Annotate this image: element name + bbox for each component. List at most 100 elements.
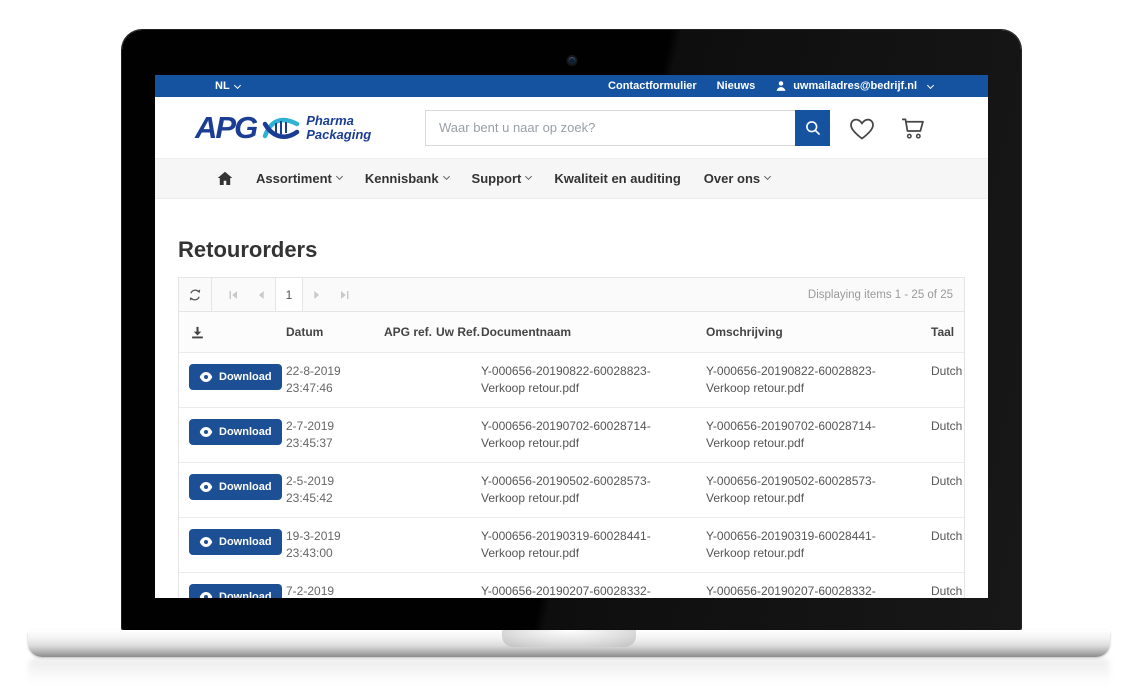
row-omschrijving: Y-000656-20190822-60028823-Verkoop retou… <box>706 363 931 397</box>
download-all-icon[interactable] <box>190 325 205 340</box>
topbar-link-nieuws[interactable]: Nieuws <box>717 80 756 92</box>
download-button[interactable]: Download <box>189 419 282 445</box>
table-row: Download 19-3-201923:43:00 Y-000656-2019… <box>179 517 964 572</box>
row-taal: Dutch <box>931 528 982 545</box>
row-documentnaam: Y-000656-20190702-60028714-Verkoop retou… <box>481 418 706 452</box>
row-omschrijving: Y-000656-20190207-60028332-Verkoop retou… <box>706 583 931 598</box>
download-button[interactable]: Download <box>189 364 282 390</box>
browser-viewport: NL Contactformulier Nieuws uwmailadres@b… <box>155 75 988 598</box>
pager-status: Displaying items 1 - 25 of 25 <box>808 289 964 301</box>
column-header-apg-ref[interactable]: APG ref. <box>384 325 436 339</box>
search-bar <box>425 110 830 146</box>
table-row: Download 2-7-201923:45:37 Y-000656-20190… <box>179 407 964 462</box>
chevron-down-icon <box>525 173 532 180</box>
refresh-button[interactable] <box>179 278 212 311</box>
pager-last-button[interactable] <box>331 278 359 311</box>
eye-icon <box>199 372 213 382</box>
chevron-down-icon <box>764 173 771 180</box>
eye-icon <box>199 537 213 547</box>
column-header-omschrijving[interactable]: Omschrijving <box>706 325 931 339</box>
row-omschrijving: Y-000656-20190702-60028714-Verkoop retou… <box>706 418 931 452</box>
row-taal: Dutch <box>931 418 982 435</box>
language-label: NL <box>215 80 230 92</box>
laptop-mockup: NL Contactformulier Nieuws uwmailadres@b… <box>0 0 1138 692</box>
row-datum: 22-8-201923:47:46 <box>286 363 384 397</box>
chevron-down-icon <box>927 81 934 88</box>
prev-page-icon <box>255 289 267 301</box>
logo-wordmark: APG <box>195 112 256 143</box>
row-datum: 2-5-201923:45:42 <box>286 473 384 507</box>
table-header-row: Datum APG ref. Uw Ref. Documentnaam Omsc… <box>179 312 964 352</box>
column-header-datum[interactable]: Datum <box>286 325 384 339</box>
topbar: NL Contactformulier Nieuws uwmailadres@b… <box>155 75 988 97</box>
column-header-taal[interactable]: Taal <box>931 325 974 339</box>
topbar-link-contactformulier[interactable]: Contactformulier <box>608 80 697 92</box>
header-icons <box>848 114 928 141</box>
pager-next-button[interactable] <box>303 278 331 311</box>
nav-item-assortiment[interactable]: Assortiment <box>256 171 342 186</box>
search-input[interactable] <box>425 110 795 146</box>
row-documentnaam: Y-000656-20190822-60028823-Verkoop retou… <box>481 363 706 397</box>
grid-toolbar: 1 Display <box>179 278 964 312</box>
download-button[interactable]: Download <box>189 474 282 500</box>
language-selector[interactable]: NL <box>215 80 240 92</box>
pager-first-button[interactable] <box>219 278 247 311</box>
row-documentnaam: Y-000656-20190207-60028332-Verkoop retou… <box>481 583 706 598</box>
next-page-icon <box>311 289 323 301</box>
laptop-reflection <box>28 658 1110 690</box>
column-header-uw-ref[interactable]: Uw Ref. <box>436 325 481 339</box>
eye-icon <box>199 592 213 598</box>
pager-current-page[interactable]: 1 <box>275 278 303 311</box>
eye-icon <box>199 482 213 492</box>
laptop-screen-bezel: NL Contactformulier Nieuws uwmailadres@b… <box>122 30 1021 630</box>
user-icon <box>775 80 787 92</box>
column-header-documentnaam[interactable]: Documentnaam <box>481 325 706 339</box>
nav-item-kennisbank[interactable]: Kennisbank <box>365 171 449 186</box>
row-datum: 7-2-2019 <box>286 583 384 598</box>
topbar-right: Contactformulier Nieuws uwmailadres@bedr… <box>608 80 933 92</box>
site-header: APG Pharma Packaging <box>155 97 988 158</box>
search-button[interactable] <box>795 110 830 146</box>
home-icon <box>217 171 233 186</box>
download-button[interactable]: Download <box>189 529 282 555</box>
row-omschrijving: Y-000656-20190319-60028441-Verkoop retou… <box>706 528 931 562</box>
row-datum: 19-3-201923:43:00 <box>286 528 384 562</box>
download-button[interactable]: Download <box>189 584 282 598</box>
row-datum: 2-7-201923:45:37 <box>286 418 384 452</box>
table-row: Download 22-8-201923:47:46 Y-000656-2019… <box>179 352 964 407</box>
chevron-down-icon <box>443 173 450 180</box>
first-page-icon <box>227 289 239 301</box>
row-taal: Dutch <box>931 473 982 490</box>
pager: 1 <box>219 278 359 311</box>
row-documentnaam: Y-000656-20190319-60028441-Verkoop retou… <box>481 528 706 562</box>
nav-item-over-ons[interactable]: Over ons <box>704 171 770 186</box>
cart-icon[interactable] <box>898 114 928 141</box>
table-row: Download 7-2-2019 Y-000656-20190207-6002… <box>179 572 964 598</box>
account-email: uwmailadres@bedrijf.nl <box>793 80 917 92</box>
laptop-base <box>28 630 1110 657</box>
search-icon <box>804 119 822 137</box>
main-content: Retourorders <box>155 237 988 598</box>
last-page-icon <box>339 289 351 301</box>
row-taal: Dutch <box>931 583 982 598</box>
nav-home[interactable] <box>217 171 233 186</box>
apg-logo[interactable]: APG Pharma Packaging <box>195 111 425 145</box>
refresh-icon <box>188 288 202 302</box>
dna-helix-icon <box>260 111 302 145</box>
chevron-down-icon <box>234 81 241 88</box>
retourorders-grid: 1 Display <box>178 277 965 598</box>
page-title: Retourorders <box>178 237 965 263</box>
webcam-icon <box>568 57 575 64</box>
wishlist-heart-icon[interactable] <box>848 115 876 141</box>
chevron-down-icon <box>336 173 343 180</box>
row-taal: Dutch <box>931 363 982 380</box>
nav-item-support[interactable]: Support <box>472 171 532 186</box>
account-menu[interactable]: uwmailadres@bedrijf.nl <box>775 80 933 92</box>
pager-prev-button[interactable] <box>247 278 275 311</box>
row-documentnaam: Y-000656-20190502-60028573-Verkoop retou… <box>481 473 706 507</box>
table-row: Download 2-5-201923:45:42 Y-000656-20190… <box>179 462 964 517</box>
eye-icon <box>199 427 213 437</box>
main-nav: Assortiment Kennisbank Support Kwaliteit… <box>155 158 988 199</box>
nav-item-kwaliteit-en-auditing[interactable]: Kwaliteit en auditing <box>554 171 680 186</box>
laptop-base-notch <box>502 630 636 647</box>
